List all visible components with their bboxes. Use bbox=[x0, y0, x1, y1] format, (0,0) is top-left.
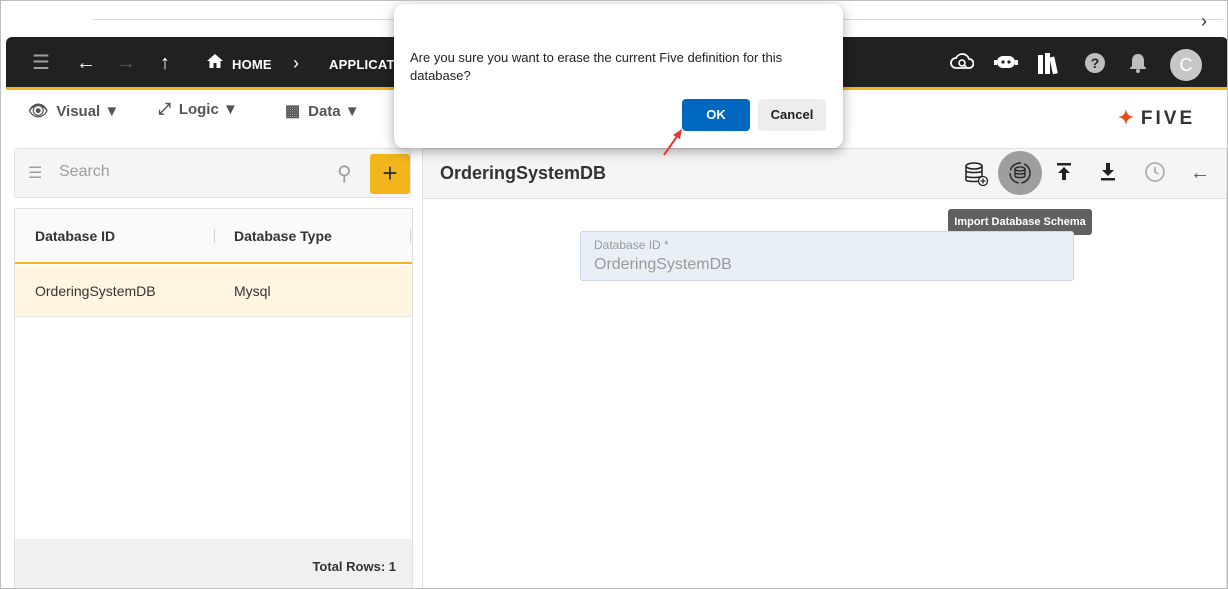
eye-icon: 👁 bbox=[28, 103, 49, 120]
add-database-icon[interactable] bbox=[963, 161, 989, 193]
database-id-field-value: OrderingSystemDB bbox=[594, 256, 732, 273]
table-icon: ▦ bbox=[285, 103, 301, 120]
column-header-database-id[interactable]: Database ID bbox=[35, 228, 115, 244]
filter-icon[interactable]: ☰ bbox=[28, 163, 42, 183]
back-arrow-icon[interactable]: ← bbox=[1190, 161, 1210, 185]
svg-text:?: ? bbox=[1091, 55, 1100, 71]
search-bar: ☰ Search ⚲ + bbox=[14, 148, 411, 198]
menu-icon[interactable]: ☰ bbox=[32, 52, 50, 74]
home-icon[interactable] bbox=[206, 52, 224, 75]
page-title: OrderingSystemDB bbox=[440, 163, 607, 183]
column-header-database-type[interactable]: Database Type bbox=[234, 228, 332, 244]
column-divider[interactable] bbox=[410, 229, 411, 243]
chevron-right-icon[interactable]: › bbox=[1201, 11, 1207, 32]
database-list-grid: Database ID Database Type OrderingSystem… bbox=[14, 208, 413, 588]
grid-footer: Total Rows: 1 bbox=[15, 539, 412, 588]
add-button[interactable]: + bbox=[370, 154, 410, 194]
five-logo-mark-icon: ✦ bbox=[1118, 108, 1137, 129]
database-id-field[interactable]: Database ID * OrderingSystemDB bbox=[580, 231, 1074, 281]
column-divider[interactable] bbox=[214, 229, 215, 243]
breadcrumb-home[interactable]: HOME bbox=[232, 57, 272, 72]
menu-logic[interactable]: ⤢ Logic ▼ bbox=[158, 101, 238, 119]
forward-arrow-icon[interactable]: → bbox=[116, 52, 136, 74]
menu-data-label: Data ▼ bbox=[308, 103, 360, 120]
ok-button[interactable]: OK bbox=[682, 99, 750, 131]
menu-visual[interactable]: 👁 Visual ▼ bbox=[28, 101, 119, 121]
chatbot-icon[interactable] bbox=[994, 52, 1018, 77]
total-rows-count: Total Rows: 1 bbox=[312, 559, 396, 574]
breadcrumb-applications[interactable]: APPLICATI bbox=[329, 57, 398, 72]
dialog-message: Are you sure you want to erase the curre… bbox=[410, 50, 783, 83]
window-frame: › ☰ ← → ↑ HOME › APPLICATI ? C 👁 Visual … bbox=[0, 0, 1228, 589]
menu-logic-label: Logic ▼ bbox=[178, 101, 238, 118]
bell-icon[interactable] bbox=[1128, 52, 1148, 79]
download-icon[interactable] bbox=[1098, 161, 1118, 189]
cancel-button[interactable]: Cancel bbox=[758, 99, 826, 131]
search-icon[interactable]: ⚲ bbox=[337, 161, 352, 186]
database-id-field-label: Database ID * bbox=[594, 238, 669, 252]
cell-database-type: Mysql bbox=[234, 283, 271, 299]
five-logo-text: FIVE bbox=[1140, 108, 1196, 129]
search-input[interactable]: Search bbox=[59, 163, 110, 181]
books-icon[interactable] bbox=[1036, 52, 1062, 81]
confirm-erase-dialog: Are you sure you want to erase the curre… bbox=[394, 4, 843, 148]
menu-data[interactable]: ▦ Data ▼ bbox=[285, 101, 360, 121]
avatar[interactable]: C bbox=[1170, 49, 1202, 81]
back-arrow-icon[interactable]: ← bbox=[76, 52, 96, 74]
import-database-schema-button[interactable] bbox=[998, 151, 1042, 195]
table-row[interactable]: OrderingSystemDB Mysql bbox=[15, 266, 412, 317]
five-logo: ✦ FIVE bbox=[1118, 107, 1195, 130]
up-arrow-icon[interactable]: ↑ bbox=[160, 52, 170, 74]
logic-flow-icon: ⤢ bbox=[158, 101, 171, 118]
grid-header: Database ID Database Type bbox=[15, 209, 412, 264]
cell-database-id: OrderingSystemDB bbox=[35, 283, 156, 299]
detail-header: OrderingSystemDB ← bbox=[423, 149, 1226, 199]
help-icon[interactable]: ? bbox=[1084, 52, 1106, 79]
cloud-search-icon[interactable] bbox=[950, 52, 975, 79]
annotation-arrow-icon bbox=[663, 129, 682, 156]
breadcrumb-chevron-icon: › bbox=[293, 53, 299, 73]
history-clock-icon[interactable] bbox=[1144, 161, 1166, 189]
menu-visual-label: Visual ▼ bbox=[56, 103, 120, 120]
export-upload-icon[interactable] bbox=[1054, 161, 1074, 189]
detail-panel: OrderingSystemDB ← Import Database Schem… bbox=[422, 148, 1227, 588]
